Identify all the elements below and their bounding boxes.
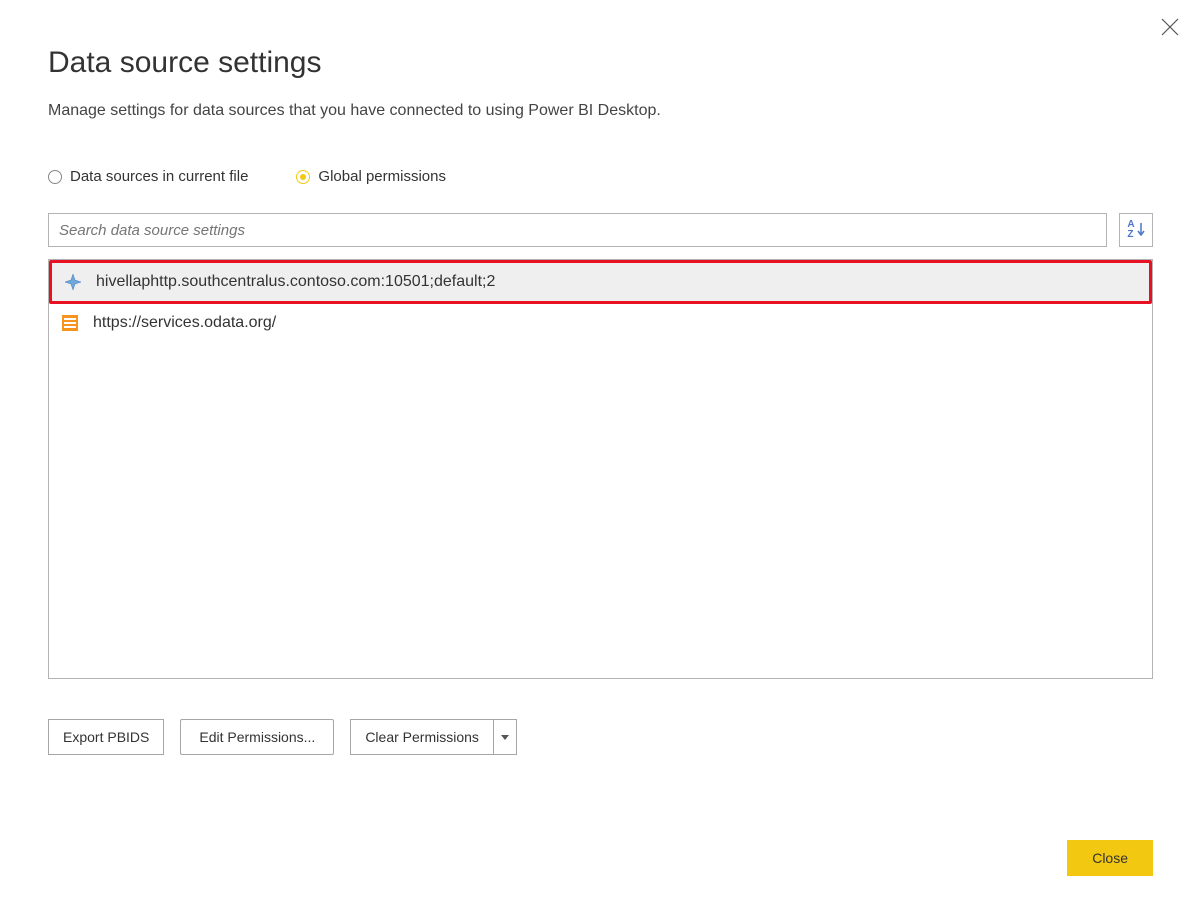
data-source-list[interactable]: hivellaphttp.southcentralus.contoso.com:… — [48, 259, 1153, 679]
dialog-title: Data source settings — [48, 46, 1153, 80]
search-input[interactable] — [48, 213, 1107, 247]
chevron-down-icon — [501, 733, 509, 741]
radio-label: Global permissions — [318, 168, 446, 185]
search-row: A Z — [48, 213, 1153, 247]
radio-circle-selected-icon — [296, 170, 310, 184]
connector-icon — [62, 271, 84, 293]
sort-az-icon: A Z — [1127, 220, 1144, 240]
radio-label: Data sources in current file — [70, 168, 248, 185]
odata-icon — [59, 312, 81, 334]
data-source-label: https://services.odata.org/ — [93, 314, 276, 332]
data-source-item-hive[interactable]: hivellaphttp.southcentralus.contoso.com:… — [49, 260, 1152, 304]
data-source-settings-dialog: Data source settings Manage settings for… — [0, 0, 1201, 904]
data-source-item-odata[interactable]: https://services.odata.org/ — [49, 304, 1152, 342]
close-icon[interactable] — [1161, 18, 1179, 41]
clear-permissions-dropdown[interactable] — [493, 719, 517, 755]
scope-radio-group: Data sources in current file Global perm… — [48, 168, 1153, 185]
data-source-label: hivellaphttp.southcentralus.contoso.com:… — [96, 273, 495, 291]
dialog-subtitle: Manage settings for data sources that yo… — [48, 102, 1153, 120]
sort-button[interactable]: A Z — [1119, 213, 1153, 247]
radio-current-file[interactable]: Data sources in current file — [48, 168, 248, 185]
export-pbids-button[interactable]: Export PBIDS — [48, 719, 164, 755]
action-button-row: Export PBIDS Edit Permissions... Clear P… — [48, 719, 1153, 755]
dialog-footer: Close — [1067, 840, 1153, 876]
clear-permissions-split-button: Clear Permissions — [350, 719, 517, 755]
radio-circle-icon — [48, 170, 62, 184]
edit-permissions-button[interactable]: Edit Permissions... — [180, 719, 334, 755]
clear-permissions-button[interactable]: Clear Permissions — [350, 719, 493, 755]
radio-global-permissions[interactable]: Global permissions — [296, 168, 446, 185]
close-button[interactable]: Close — [1067, 840, 1153, 876]
